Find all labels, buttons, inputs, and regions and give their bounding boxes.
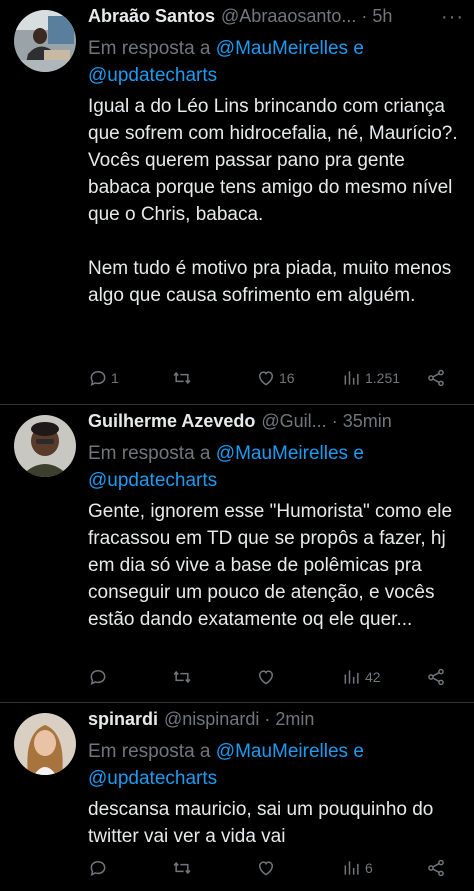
tweet-header: Abraão Santos @Abraaosanto... · 5h ··· [88,6,464,32]
reply-button[interactable]: 1 [88,368,119,388]
timestamp[interactable]: 35min [343,411,392,432]
avatar[interactable] [14,415,76,477]
reply-count: 1 [111,370,119,386]
views-button[interactable]: 42 [342,667,381,687]
share-button[interactable] [426,368,446,388]
mention-link[interactable]: @MauMeirelles [216,38,348,59]
reply-and: e [348,443,364,464]
separator-dot: · [331,411,338,431]
reply-icon [88,368,108,388]
retweet-button[interactable] [172,667,195,687]
author-name[interactable]: spinardi [88,709,158,730]
reply-context: Em resposta a @MauMeirelles e @updatechar… [88,738,464,792]
author-handle[interactable]: @Guil... [261,411,326,432]
views-button[interactable]: 1.251 [342,368,400,388]
retweet-icon [172,858,192,878]
retweet-icon [172,667,192,687]
reply-and: e [348,741,364,762]
author-name[interactable]: Abraão Santos [88,6,215,27]
reply-prefix: Em resposta a [88,38,216,59]
reply-and: e [348,38,364,59]
like-button[interactable] [256,858,279,878]
author-handle[interactable]: @Abraaosanto... [221,6,356,27]
views-count: 1.251 [365,370,401,386]
avatar[interactable] [14,713,76,775]
avatar[interactable] [14,10,76,72]
reply-prefix: Em resposta a [88,443,216,464]
mention-link[interactable]: @updatecharts [88,768,217,789]
tweet-actions: 42 [88,667,460,693]
mention-link[interactable]: @MauMeirelles [216,443,348,464]
separator-dot: · [264,709,271,729]
reply-prefix: Em resposta a [88,741,216,762]
timestamp[interactable]: 5h [372,6,392,27]
share-button[interactable] [426,858,446,878]
tweet-2[interactable]: Guilherme Azevedo @Guil... · 35min Em re… [0,405,474,701]
tweet-header: Guilherme Azevedo @Guil... · 35min [88,411,464,437]
share-icon [426,858,446,878]
reply-button[interactable] [88,858,111,878]
share-icon [426,667,446,687]
tweet-actions: 6 [88,858,460,884]
tweet-3[interactable]: spinardi @nispinardi · 2min Em resposta … [0,703,474,891]
retweet-button[interactable] [172,858,195,878]
like-count: 16 [279,370,295,386]
separator-dot: · [361,6,368,26]
tweet-text: descansa mauricio, sai um pouquinho do t… [88,799,439,847]
views-count: 6 [365,860,373,876]
author-name[interactable]: Guilherme Azevedo [88,411,255,432]
like-button[interactable] [256,667,279,687]
like-icon [256,368,276,388]
reply-icon [88,858,108,878]
reply-button[interactable] [88,667,111,687]
reply-icon [88,667,108,687]
mention-link[interactable]: @updatecharts [88,470,217,491]
tweet-actions: 1 16 1.251 [88,368,460,394]
like-icon [256,667,276,687]
mention-link[interactable]: @updatecharts [88,65,217,86]
tweet-text: Igual a do Léo Lins brincando com crianç… [88,96,458,306]
reply-context: Em resposta a @MauMeirelles e @updatechar… [88,35,464,89]
views-icon [342,667,362,687]
views-count: 42 [365,669,381,685]
like-icon [256,858,276,878]
tweet-1[interactable]: Abraão Santos @Abraaosanto... · 5h ··· E… [0,0,474,404]
reply-context: Em resposta a @MauMeirelles e @updatechar… [88,440,464,494]
retweet-icon [172,368,192,388]
views-icon [342,858,362,878]
views-icon [342,368,362,388]
tweet-header: spinardi @nispinardi · 2min [88,709,464,735]
share-button[interactable] [426,667,446,687]
tweet-text: Gente, ignorem esse "Humorista" como ele… [88,501,458,630]
like-button[interactable]: 16 [256,368,295,388]
share-icon [426,368,446,388]
views-button[interactable]: 6 [342,858,373,878]
author-handle[interactable]: @nispinardi [164,709,259,730]
mention-link[interactable]: @MauMeirelles [216,741,348,762]
more-options-icon[interactable]: ··· [441,6,464,29]
retweet-button[interactable] [172,368,195,388]
timestamp[interactable]: 2min [275,709,314,730]
